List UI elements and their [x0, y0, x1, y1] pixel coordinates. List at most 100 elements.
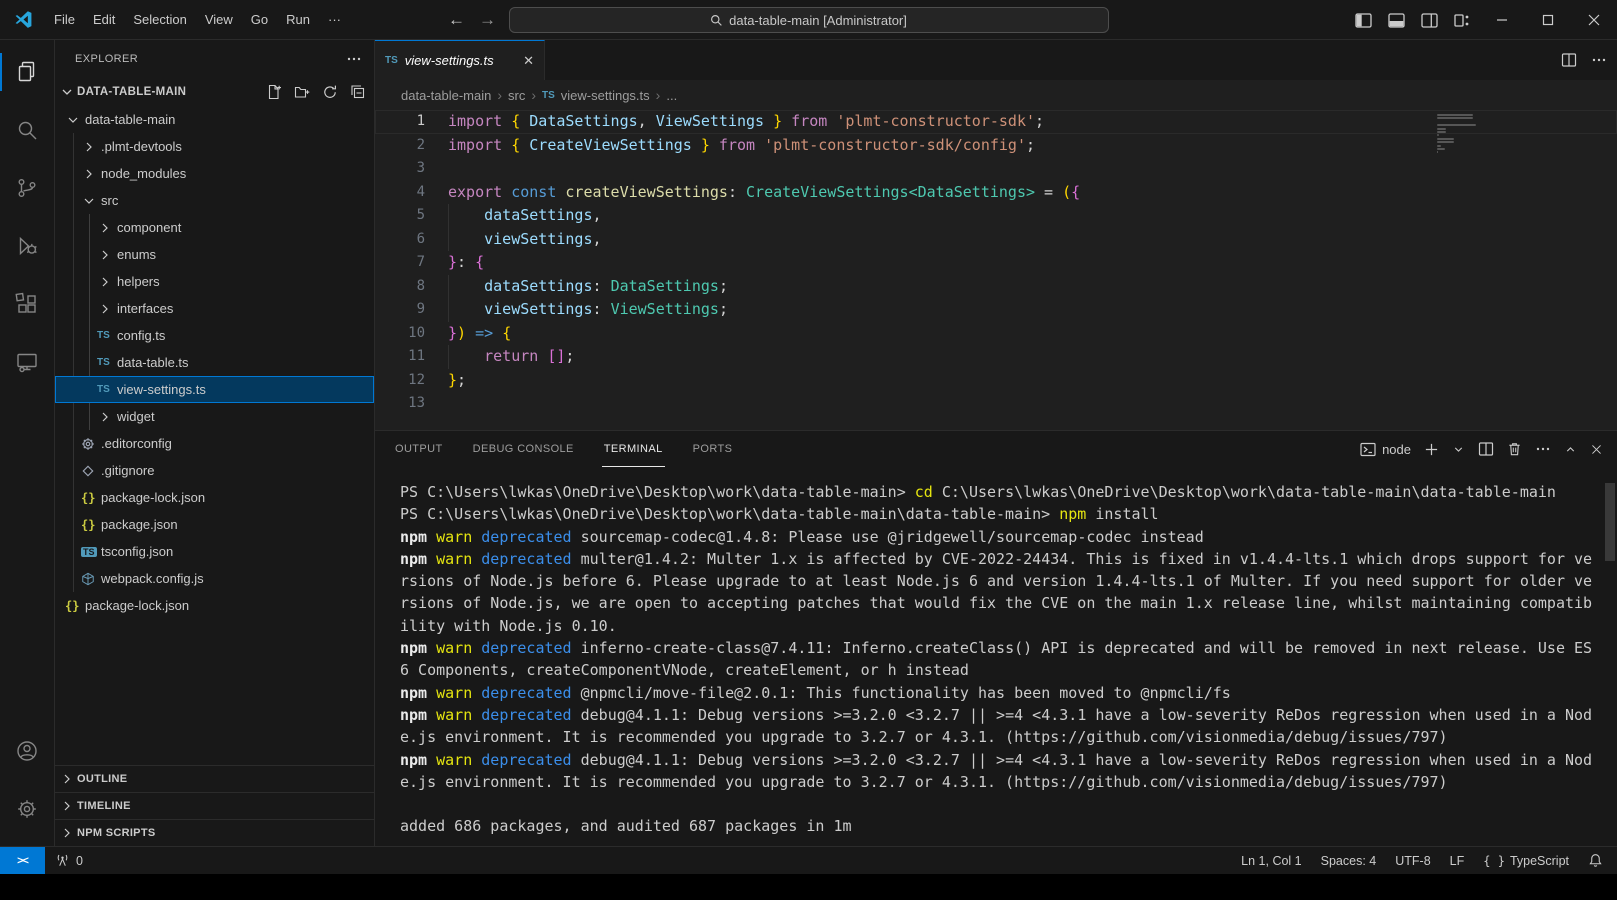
search-icon[interactable] — [0, 101, 54, 159]
code-line-3[interactable]: 3 — [375, 157, 1617, 181]
workspace-root-row[interactable]: DATA-TABLE-MAIN — [55, 78, 374, 106]
tab-close-icon[interactable]: ✕ — [523, 53, 534, 69]
breadcrumb-item[interactable]: ... — [666, 88, 677, 103]
toggle-sidebar-icon[interactable] — [1347, 0, 1380, 40]
tree-item-widget[interactable]: widget — [55, 403, 374, 430]
split-editor-icon[interactable] — [1561, 52, 1577, 68]
code-line-13[interactable]: 13 — [375, 392, 1617, 416]
breadcrumb-item[interactable]: view-settings.ts — [561, 88, 650, 103]
terminal-profile[interactable]: node — [1360, 442, 1411, 457]
nav-forward-button[interactable]: → — [479, 10, 496, 30]
panel-tab-ports[interactable]: PORTS — [691, 431, 735, 467]
panel-tab-output[interactable]: OUTPUT — [393, 431, 445, 467]
close-button[interactable] — [1571, 0, 1617, 40]
settings-icon[interactable] — [0, 780, 54, 838]
new-file-icon[interactable] — [266, 84, 282, 100]
code-line-12[interactable]: 12}; — [375, 369, 1617, 393]
extensions-icon[interactable] — [0, 275, 54, 333]
panel-tab-debug-console[interactable]: DEBUG CONSOLE — [471, 431, 576, 467]
tree-item-component[interactable]: component — [55, 214, 374, 241]
tree-item--gitignore[interactable]: .gitignore — [55, 457, 374, 484]
command-center[interactable]: data-table-main [Administrator] — [509, 7, 1109, 33]
tree-item-package-lock-json[interactable]: {}package-lock.json — [55, 484, 374, 511]
nav-back-button[interactable]: ← — [448, 10, 465, 30]
tree-item-node-modules[interactable]: node_modules — [55, 160, 374, 187]
status-lf[interactable]: LF — [1450, 854, 1465, 868]
tree-item-data-table-main[interactable]: data-table-main — [55, 106, 374, 133]
code-line-2[interactable]: 2import { CreateViewSettings } from 'plm… — [375, 134, 1617, 158]
tree-item-config-ts[interactable]: TSconfig.ts — [55, 322, 374, 349]
menu-go[interactable]: Go — [242, 8, 277, 31]
panel-tab-terminal[interactable]: TERMINAL — [602, 431, 665, 467]
tab-view-settings[interactable]: TS view-settings.ts ✕ — [375, 40, 545, 80]
tree-item-webpack-config-js[interactable]: webpack.config.js — [55, 565, 374, 592]
menu-selection[interactable]: Selection — [124, 8, 195, 31]
status-utf-8[interactable]: UTF-8 — [1395, 854, 1430, 868]
run-debug-icon[interactable] — [0, 217, 54, 275]
section-npm-scripts[interactable]: NPM SCRIPTS — [55, 819, 374, 846]
tree-item-helpers[interactable]: helpers — [55, 268, 374, 295]
menu-[interactable]: ··· — [319, 8, 350, 31]
toggle-secondary-sidebar-icon[interactable] — [1413, 0, 1446, 40]
panel-more-actions-icon[interactable] — [1535, 441, 1551, 457]
tree-item-label: widget — [117, 409, 155, 424]
tree-item-view-settings-ts[interactable]: TSview-settings.ts — [55, 376, 374, 403]
explorer-more-actions-icon[interactable] — [346, 51, 362, 67]
section-timeline[interactable]: TIMELINE — [55, 792, 374, 819]
tree-item-data-table-ts[interactable]: TSdata-table.ts — [55, 349, 374, 376]
kill-terminal-icon[interactable] — [1507, 441, 1522, 457]
explorer-icon[interactable] — [0, 43, 54, 101]
tree-item-interfaces[interactable]: interfaces — [55, 295, 374, 322]
ports-count[interactable]: 0 — [76, 854, 83, 868]
editor-more-actions-icon[interactable] — [1591, 52, 1607, 68]
minimize-button[interactable] — [1479, 0, 1525, 40]
code-line-1[interactable]: 1import { DataSettings, ViewSettings } f… — [375, 110, 1617, 134]
line-number: 1 — [375, 110, 425, 134]
customize-layout-icon[interactable] — [1446, 0, 1479, 40]
breadcrumb-item[interactable]: src — [508, 88, 525, 103]
language-mode[interactable]: { } TypeScript — [1483, 854, 1569, 868]
code-line-11[interactable]: 11 return []; — [375, 345, 1617, 369]
menu-view[interactable]: View — [196, 8, 242, 31]
breadcrumb-item[interactable]: data-table-main — [401, 88, 491, 103]
code-line-8[interactable]: 8 dataSettings: DataSettings; — [375, 275, 1617, 299]
collapse-all-icon[interactable] — [350, 84, 366, 100]
new-folder-icon[interactable] — [294, 84, 310, 100]
code-line-7[interactable]: 7}: { — [375, 251, 1617, 275]
section-outline[interactable]: OUTLINE — [55, 765, 374, 792]
remote-indicator[interactable]: >< — [0, 847, 45, 874]
refresh-icon[interactable] — [322, 84, 338, 100]
split-terminal-icon[interactable] — [1478, 441, 1494, 457]
code-line-6[interactable]: 6 viewSettings, — [375, 228, 1617, 252]
maximize-panel-icon[interactable] — [1564, 443, 1577, 456]
maximize-button[interactable] — [1525, 0, 1571, 40]
close-panel-icon[interactable] — [1590, 443, 1603, 456]
menu-file[interactable]: File — [45, 8, 84, 31]
status-spaces-4[interactable]: Spaces: 4 — [1321, 854, 1377, 868]
menu-edit[interactable]: Edit — [84, 8, 124, 31]
tree-item-package-lock-json[interactable]: {}package-lock.json — [55, 592, 374, 619]
menu-run[interactable]: Run — [277, 8, 319, 31]
terminal-scrollbar[interactable] — [1605, 483, 1615, 561]
tree-item-enums[interactable]: enums — [55, 241, 374, 268]
remote-explorer-icon[interactable] — [0, 333, 54, 391]
source-control-icon[interactable] — [0, 159, 54, 217]
code-line-10[interactable]: 10}) => { — [375, 322, 1617, 346]
terminal-profile-dropdown-icon[interactable] — [1452, 443, 1465, 456]
tree-item-src[interactable]: src — [55, 187, 374, 214]
toggle-panel-icon[interactable] — [1380, 0, 1413, 40]
tree-item--editorconfig[interactable]: .editorconfig — [55, 430, 374, 457]
tree-item-package-json[interactable]: {}package.json — [55, 511, 374, 538]
code-line-5[interactable]: 5 dataSettings, — [375, 204, 1617, 228]
tree-item-tsconfig-json[interactable]: TStsconfig.json — [55, 538, 374, 565]
new-terminal-icon[interactable] — [1424, 442, 1439, 457]
code-line-9[interactable]: 9 viewSettings: ViewSettings; — [375, 298, 1617, 322]
terminal-output[interactable]: PS C:\Users\lwkas\OneDrive\Desktop\work\… — [375, 467, 1617, 846]
code-line-4[interactable]: 4export const createViewSettings: Create… — [375, 181, 1617, 205]
tree-item--plmt-devtools[interactable]: .plmt-devtools — [55, 133, 374, 160]
status-ln-1-col-1[interactable]: Ln 1, Col 1 — [1241, 854, 1301, 868]
code-editor[interactable]: 1import { DataSettings, ViewSettings } f… — [375, 110, 1617, 430]
account-icon[interactable] — [0, 722, 54, 780]
notifications-bell-icon[interactable] — [1588, 853, 1603, 868]
chevron-right-icon — [97, 409, 117, 425]
